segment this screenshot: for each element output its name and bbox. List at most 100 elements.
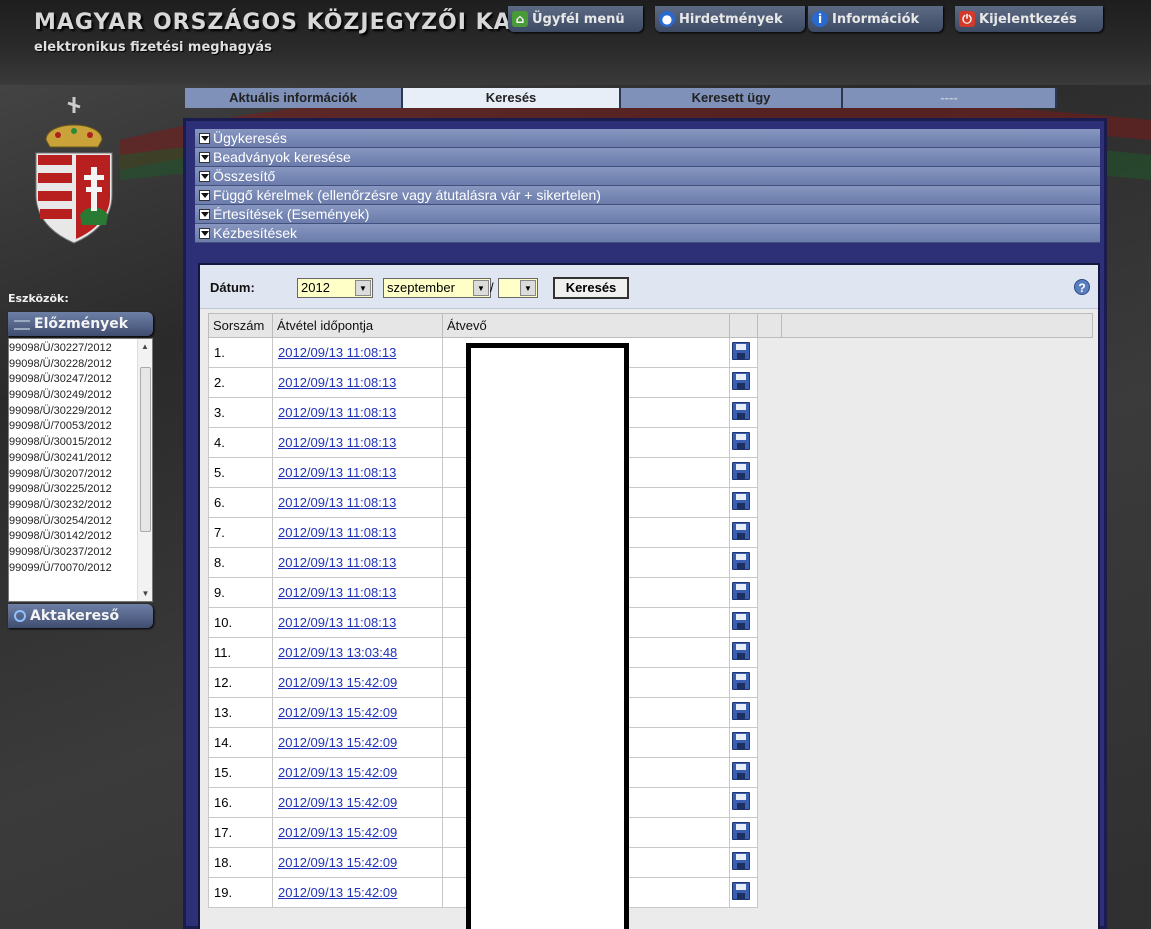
chevron-down-icon[interactable]: ▼ [355,280,371,296]
received-time-link[interactable]: 2012/09/13 15:42:09 [278,765,397,780]
history-item[interactable]: 99098/Ü/30247/2012 [9,372,137,388]
history-item[interactable]: 99098/Ü/30237/2012 [9,545,137,561]
history-item[interactable]: 99098/Ü/30207/2012 [9,467,137,483]
chevron-down-icon[interactable]: ▼ [473,280,489,296]
table-row: 12. 2012/09/13 15:42:09 [208,667,1093,698]
received-time-link[interactable]: 2012/09/13 11:08:13 [278,615,396,630]
history-scrollbar[interactable]: ▲ ▼ [137,339,152,601]
save-icon[interactable] [732,522,750,540]
history-item[interactable]: 99098/Ü/30225/2012 [9,482,137,498]
row-number: 5. [208,457,273,488]
save-icon[interactable] [732,852,750,870]
save-icon[interactable] [732,582,750,600]
tab-search[interactable]: Keresés [403,88,621,108]
row-number: 18. [208,847,273,878]
accordion-deliveries[interactable]: Kézbesítések [195,224,1100,243]
save-icon[interactable] [732,372,750,390]
search-button[interactable]: Keresés [553,277,629,299]
save-icon[interactable] [732,612,750,630]
accordion-notifications[interactable]: Értesítések (Események) [195,205,1100,224]
history-item[interactable]: 99098/Ü/30227/2012 [9,341,137,357]
accordion-submissions[interactable]: Beadványok keresése [195,148,1100,167]
empty-cell [781,787,1093,818]
save-icon[interactable] [732,792,750,810]
received-time-link[interactable]: 2012/09/13 15:42:09 [278,675,397,690]
received-time-link[interactable]: 2012/09/13 11:08:13 [278,345,396,360]
table-row: 14. 2012/09/13 15:42:09 [208,727,1093,758]
nav-logout[interactable]: ⏻ Kijelentkezés [955,6,1103,32]
received-time-link[interactable]: 2012/09/13 11:08:13 [278,405,396,420]
received-time-link[interactable]: 2012/09/13 13:03:48 [278,645,397,660]
received-time-link[interactable]: 2012/09/13 15:42:09 [278,705,397,720]
scroll-thumb[interactable] [140,367,151,532]
tab-current-info[interactable]: Aktuális információk [185,88,403,108]
received-time-link[interactable]: 2012/09/13 11:08:13 [278,465,396,480]
row-number: 7. [208,517,273,548]
save-icon[interactable] [732,402,750,420]
column-header-save [729,313,758,338]
received-time-link[interactable]: 2012/09/13 11:08:13 [278,435,396,450]
table-row: 11. 2012/09/13 13:03:48 [208,637,1093,668]
save-icon[interactable] [732,762,750,780]
history-item[interactable]: 99098/Ü/70053/2012 [9,419,137,435]
save-icon[interactable] [732,732,750,750]
received-time-link[interactable]: 2012/09/13 11:08:13 [278,375,396,390]
nav-client-menu[interactable]: ⌂ Ügyfél menü [508,6,643,32]
save-icon[interactable] [732,432,750,450]
received-time-link[interactable]: 2012/09/13 15:42:09 [278,825,397,840]
tab-empty[interactable]: ---- [843,88,1057,108]
accordion-summary[interactable]: Összesítő [195,167,1100,186]
history-item[interactable]: 99098/Ü/30228/2012 [9,357,137,373]
received-time-link[interactable]: 2012/09/13 11:08:13 [278,495,396,510]
scroll-up-icon[interactable]: ▲ [138,339,152,354]
empty-cell [781,757,1093,788]
tab-searched-case[interactable]: Keresett ügy [621,88,843,108]
received-time-link[interactable]: 2012/09/13 15:42:09 [278,855,397,870]
received-time-link[interactable]: 2012/09/13 15:42:09 [278,885,397,900]
column-header-recipient: Átvevő [442,313,730,338]
history-item[interactable]: 99099/Ü/70070/2012 [9,561,137,577]
history-item[interactable]: 99098/Ü/30241/2012 [9,451,137,467]
year-select[interactable]: 2012 ▼ [297,278,373,298]
save-icon[interactable] [732,642,750,660]
file-search-button[interactable]: Aktakereső [8,604,153,628]
history-item[interactable]: 99098/Ü/30015/2012 [9,435,137,451]
save-icon[interactable] [732,822,750,840]
expand-icon [199,190,210,201]
history-item[interactable]: 99098/Ü/30232/2012 [9,498,137,514]
received-time-link[interactable]: 2012/09/13 11:08:13 [278,555,396,570]
history-item[interactable]: 99098/Ü/30254/2012 [9,514,137,530]
save-icon[interactable] [732,702,750,720]
received-time-link[interactable]: 2012/09/13 15:42:09 [278,795,397,810]
empty-cell [757,727,782,758]
table-row: 17. 2012/09/13 15:42:09 [208,817,1093,848]
chevron-down-icon[interactable]: ▼ [520,280,536,296]
help-icon[interactable]: ? [1074,279,1090,295]
accordion-case-search[interactable]: Ügykeresés [195,129,1100,148]
save-icon[interactable] [732,492,750,510]
received-time-link[interactable]: 2012/09/13 11:08:13 [278,585,396,600]
save-icon[interactable] [732,882,750,900]
empty-cell [781,727,1093,758]
month-select[interactable]: szeptember ▼ [383,278,491,298]
empty-cell [757,637,782,668]
history-item[interactable]: 99098/Ü/30249/2012 [9,388,137,404]
scroll-down-icon[interactable]: ▼ [138,586,152,601]
save-icon[interactable] [732,672,750,690]
row-number: 6. [208,487,273,518]
nav-information[interactable]: i Információk [808,6,943,32]
received-time-link[interactable]: 2012/09/13 15:42:09 [278,735,397,750]
history-item[interactable]: 99098/Ü/30229/2012 [9,404,137,420]
history-button[interactable]: Előzmények [8,312,153,336]
empty-cell [757,547,782,578]
nav-announcements[interactable]: ● Hirdetmények [655,6,805,32]
save-icon[interactable] [732,552,750,570]
empty-cell [781,487,1093,518]
empty-cell [757,457,782,488]
save-icon[interactable] [732,342,750,360]
accordion-pending-requests[interactable]: Függő kérelmek (ellenőrzésre vagy átutal… [195,186,1100,205]
save-icon[interactable] [732,462,750,480]
day-select[interactable]: ▼ [498,278,538,298]
history-item[interactable]: 99098/Ü/30142/2012 [9,529,137,545]
received-time-link[interactable]: 2012/09/13 11:08:13 [278,525,396,540]
